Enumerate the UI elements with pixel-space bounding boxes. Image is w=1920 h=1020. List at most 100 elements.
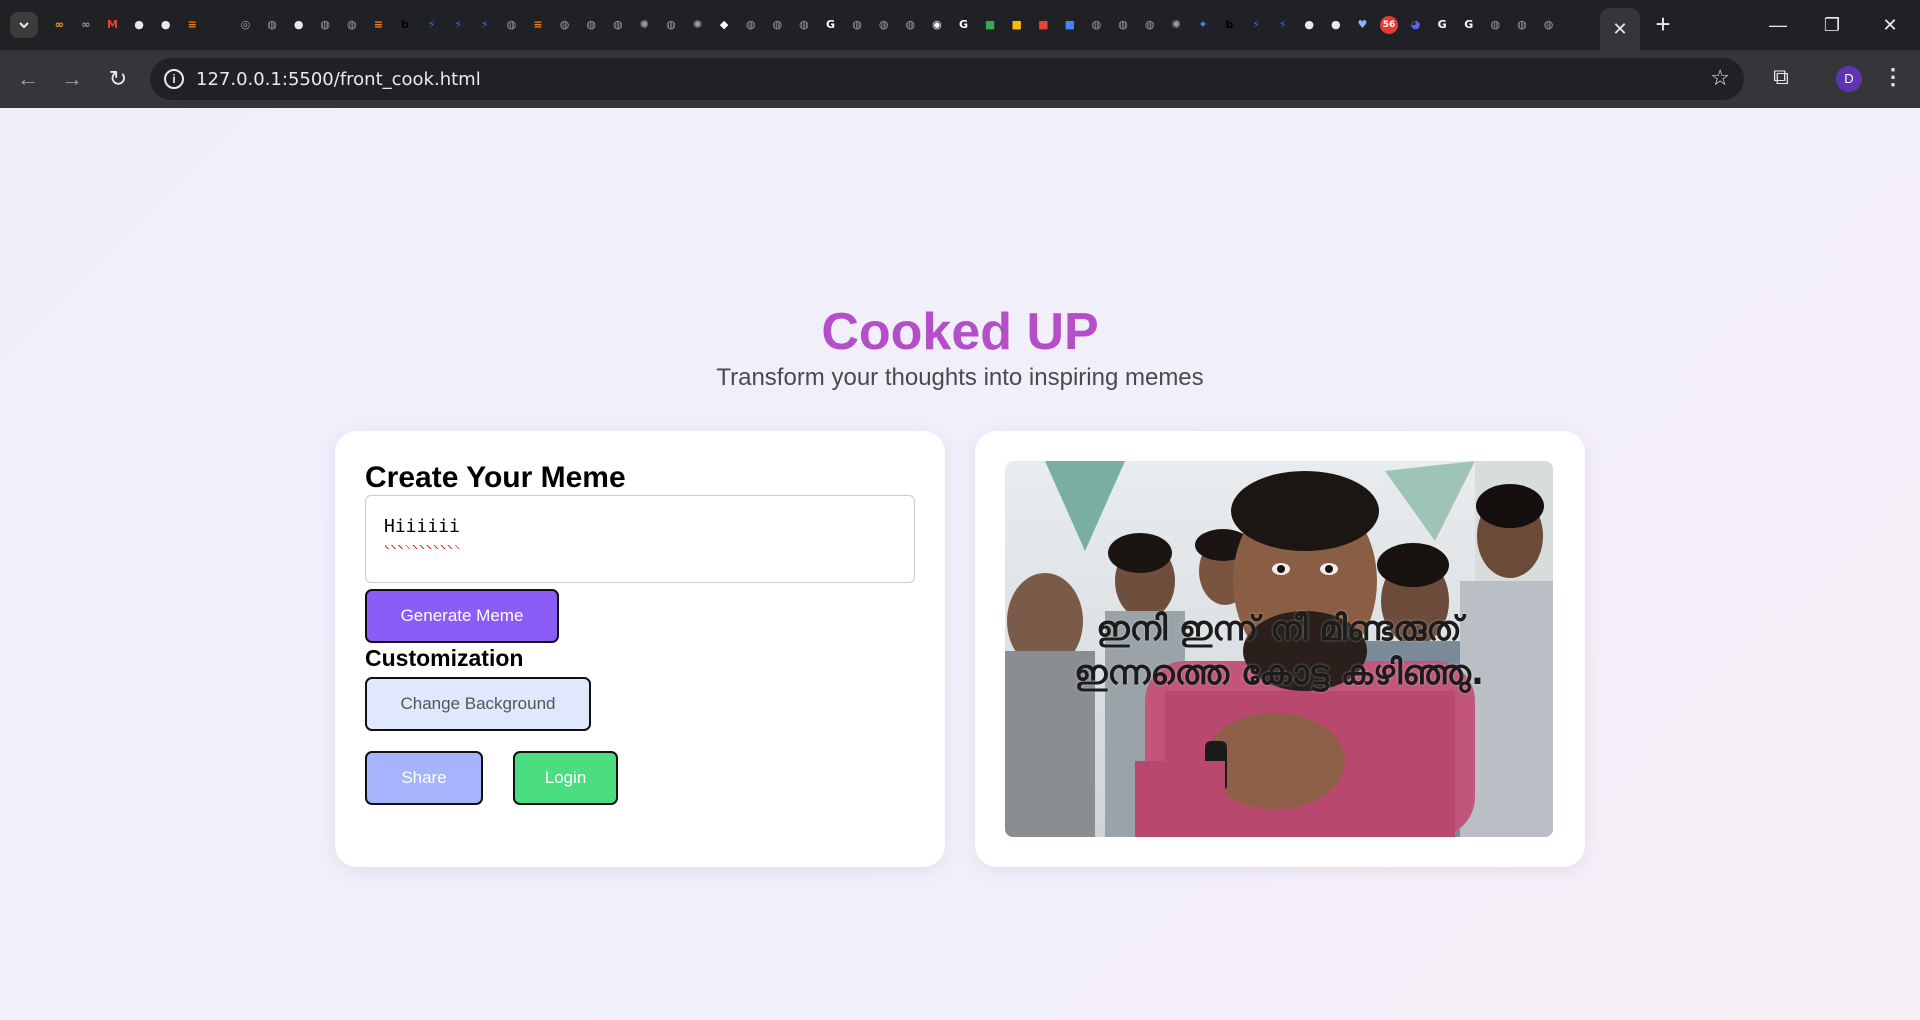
tab[interactable]: G [1429,12,1456,38]
tab[interactable]: ✺ [631,12,658,38]
globe-icon: ◍ [267,18,277,31]
tab[interactable]: ◍ [604,12,631,38]
tab[interactable]: ⚡ [472,12,499,38]
tab[interactable]: ◍ [1509,12,1536,38]
tab-search-button[interactable] [10,12,38,38]
globe-icon: ◍ [1490,18,1501,31]
tab[interactable]: b [392,12,419,38]
tab[interactable]: ● [152,12,179,38]
tab[interactable]: ● [285,12,312,38]
close-window-button[interactable]: ✕ [1870,12,1910,38]
tab[interactable]: ◍ [764,12,791,38]
tab[interactable]: ◍ [551,12,578,38]
tab[interactable]: ∞ [46,12,73,38]
tab[interactable]: ◍ [658,12,685,38]
tab[interactable]: ≡ [179,12,206,38]
tab[interactable]: ◉ [924,12,951,38]
tab[interactable]: ◎ [232,12,259,38]
forward-arrow-icon[interactable]: → [58,65,86,93]
tab[interactable]: ♥ [1349,12,1376,38]
minimize-button[interactable]: — [1758,12,1798,38]
tab[interactable]: ■ [977,12,1004,38]
app-title: Cooked UP [821,303,1099,361]
tab[interactable]: ◍ [791,12,818,38]
bolt-b-icon: b [401,18,409,31]
github-icon: ● [1304,18,1314,31]
address-bar[interactable]: i 127.0.0.1:5500/front_cook.html ☆ [150,58,1744,100]
tab[interactable]: ◍ [498,12,525,38]
tab[interactable]: ◕ [1402,12,1429,38]
tab[interactable]: ◍ [259,12,286,38]
back-arrow-icon[interactable]: ← [14,65,42,93]
tab[interactable]: G [817,12,844,38]
app-subtitle: Transform your thoughts into inspiring m… [716,364,1204,391]
viva-icon: v [215,18,223,31]
tab[interactable]: ◍ [1083,12,1110,38]
bolt-icon: ⚡ [1278,18,1287,31]
globe-icon: ◍ [1543,18,1554,31]
tab[interactable]: ⚡ [1269,12,1296,38]
tab[interactable]: ◍ [737,12,764,38]
reload-icon[interactable]: ↻ [104,65,132,93]
meme-text-input[interactable]: Hiiiiii [365,495,915,583]
globe-icon: ◍ [320,18,331,31]
browser-toolbar: ← → ↻ i 127.0.0.1:5500/front_cook.html ☆… [0,50,1920,108]
tab[interactable]: ◍ [339,12,366,38]
tab[interactable]: ● [126,12,153,38]
bookmark-star-icon[interactable]: ☆ [1710,65,1730,91]
tab[interactable]: 56 [1376,12,1403,38]
tab[interactable]: b [1216,12,1243,38]
close-tab-icon[interactable]: ✕ [1612,19,1627,40]
tab[interactable]: ✺ [684,12,711,38]
extensions-puzzle-icon[interactable]: ⧉ [1766,64,1796,94]
tab[interactable]: ⚡ [418,12,445,38]
site-info-icon[interactable]: i [164,69,184,89]
tab[interactable]: v [206,12,233,38]
generate-meme-button[interactable]: Generate Meme [365,589,559,643]
tab[interactable]: ◍ [897,12,924,38]
meme-caption-line: ഇനി ഇന്ന് നീ മിണ്ടരുത് [1096,609,1462,649]
tab[interactable]: ■ [1003,12,1030,38]
tab[interactable]: ✺ [1163,12,1190,38]
change-background-button[interactable]: Change Background [365,677,591,731]
page-body: Cooked UP Transform your thoughts into i… [0,108,1920,1020]
meme-caption-line: ഇന്നത്തെ കോട്ട കഴിഞ്ഞു. [1074,653,1484,693]
share-button[interactable]: Share [365,751,483,805]
tab[interactable]: ∞ [73,12,100,38]
tab[interactable]: ≡ [365,12,392,38]
tab[interactable]: ≡ [525,12,552,38]
tab[interactable]: ◍ [1136,12,1163,38]
tab[interactable]: ● [1296,12,1323,38]
tab[interactable]: ■ [1057,12,1084,38]
colorful-icon: ■ [1038,18,1049,31]
url-text[interactable]: 127.0.0.1:5500/front_cook.html [196,69,481,90]
tab[interactable]: G [950,12,977,38]
tab[interactable]: ✦ [1190,12,1217,38]
tab[interactable]: ⚡ [1243,12,1270,38]
editor-heading: Create Your Meme [365,461,626,494]
tab[interactable]: ◍ [844,12,871,38]
restore-button[interactable]: ❐ [1812,12,1852,38]
tab[interactable]: ◍ [1535,12,1562,38]
heart-icon: ♥ [1357,18,1368,31]
tab[interactable]: G [1455,12,1482,38]
active-tab[interactable]: ✕ [1600,8,1640,50]
login-button[interactable]: Login [513,751,618,805]
tab[interactable]: ◍ [1482,12,1509,38]
globe-icon: ◍ [799,18,809,31]
github-icon: ● [160,18,171,31]
tab[interactable]: ◆ [711,12,738,38]
tab[interactable]: ■ [1030,12,1057,38]
meta-icon: ∞ [54,18,64,31]
tab[interactable]: M [99,12,126,38]
tab[interactable]: ◍ [578,12,605,38]
tab[interactable]: ● [1323,12,1350,38]
tab[interactable]: ◍ [312,12,339,38]
profile-avatar[interactable]: D [1836,66,1862,92]
globe-icon: ◍ [1517,18,1527,31]
tab[interactable]: ⚡ [445,12,472,38]
menu-kebab-icon[interactable]: ⋮ [1882,64,1904,94]
new-tab-button[interactable]: + [1648,11,1678,38]
tab[interactable]: ◍ [870,12,897,38]
tab[interactable]: ◍ [1110,12,1137,38]
